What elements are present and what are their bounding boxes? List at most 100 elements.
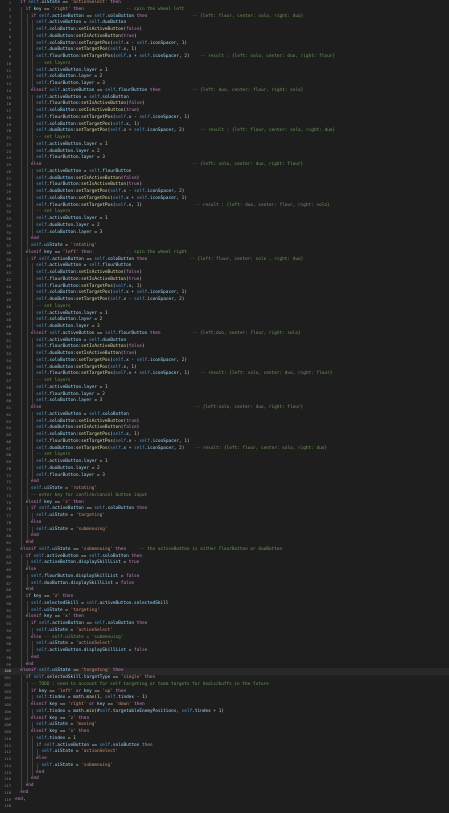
code-line[interactable]: 77 self.uiState = 'targeting' (0, 513, 449, 520)
code-text: end, (15, 796, 26, 802)
code-line[interactable]: 58 self.activeButton.layer = 1 (0, 384, 449, 392)
code-line[interactable]: 61 else -- {left:solo, center: duo, righ… (0, 405, 449, 412)
code-line[interactable]: 108 self.uiState = 'moving' (0, 722, 449, 729)
code-line[interactable]: 84 self.activeButton.displaySkillList = … (0, 560, 449, 567)
code-line[interactable]: 82 elseif self.uiState == 'submenuing' t… (0, 547, 449, 554)
code-line[interactable]: 110 self.tindex = 1 (0, 735, 449, 743)
code-line[interactable]: 1 if self.uiState == 'actionSelect' then (0, 0, 449, 7)
code-line[interactable]: 68 -- set layers (0, 452, 449, 459)
code-line[interactable]: 14 elseif self.activeButton == self.flou… (0, 87, 449, 95)
code-line[interactable]: 28 self.flourButton:setIsActiveButton(tr… (0, 182, 449, 189)
code-line[interactable]: 44 self.soloButton:setTargetPos(self.x +… (0, 290, 449, 297)
code-editor[interactable]: 1 if self.uiState == 'actionSelect' then… (0, 0, 449, 813)
code-line[interactable]: 13 self.flourButton.layer = 3 (0, 81, 449, 88)
code-line[interactable]: 6 self.duoButton:setIsActiveButton(true) (0, 33, 449, 41)
code-line[interactable]: 73 self.uiState = 'rotating' (0, 486, 449, 493)
code-line[interactable]: 85 else (0, 567, 449, 574)
code-line[interactable]: 46 -- set layers (0, 303, 449, 311)
code-line[interactable]: 53 self.duoButton:setIsActiveButton(true… (0, 351, 449, 358)
code-line[interactable]: 78 else (0, 519, 449, 527)
code-line[interactable]: 71 self.flourButton.layer = 3 (0, 472, 449, 480)
code-line[interactable]: 89 if key == 'z' then (0, 594, 449, 601)
code-line[interactable]: 29 self.duoButton:setTargetPos(self.x - … (0, 189, 449, 196)
code-line[interactable]: 64 self.duoButton:setIsActiveButton(fals… (0, 425, 449, 432)
code-line[interactable]: 41 self.soloButton:setIsActiveButton(fal… (0, 270, 449, 277)
code-line[interactable]: 57 -- set layers (0, 378, 449, 385)
code-line[interactable]: 5 self.soloButton:setIsActiveButton(fals… (0, 27, 449, 34)
code-line[interactable]: 92 elseif key == 'x' then (0, 614, 449, 621)
code-line[interactable]: 97 self.activeButton.displaySkillList = … (0, 648, 449, 655)
code-line[interactable]: 62 self.activeButton = self.soloButton (0, 411, 449, 419)
code-line[interactable]: 45 self.duoButton:setTargetPos(self.x - … (0, 297, 449, 304)
code-line[interactable]: 26 self.activeButton = self.flourButton (0, 168, 449, 176)
code-line[interactable]: 40 self.activeButton = self.flourButton (0, 263, 449, 270)
code-line[interactable]: 60 self.soloButton.layer = 3 (0, 398, 449, 405)
code-line[interactable]: 10 -- set layers (0, 60, 449, 68)
code-line[interactable]: 65 self.soloButton:setTargetPos(self.x, … (0, 432, 449, 439)
code-line[interactable]: 102 -- TODO : need to account for self t… (0, 681, 449, 689)
code-line[interactable]: 32 -- set layers (0, 209, 449, 216)
code-line[interactable]: 33 self.activeButton.layer = 1 (0, 216, 449, 223)
code-line[interactable]: 74 -- enter key for confirm/cancel butto… (0, 492, 449, 500)
code-line[interactable]: 87 self.duoButton.displaySkillList = fal… (0, 580, 449, 588)
code-line[interactable]: 100 elseif self.uiState == 'targeting' t… (0, 668, 449, 675)
code-line[interactable]: 36 end (0, 236, 449, 243)
code-line[interactable]: 90 self.selectedSkill = self.activeButto… (0, 600, 449, 608)
code-line[interactable]: 112 self.uiState = 'actionSelect' (0, 749, 449, 756)
code-line[interactable]: 96 self.uiState = 'actionSelect' (0, 641, 449, 648)
code-line[interactable]: 93 if self.activeButton == self.soloButt… (0, 621, 449, 628)
code-line[interactable]: 113 else (0, 756, 449, 763)
code-line[interactable]: 24 self.flourButton.layer = 3 (0, 155, 449, 162)
code-line[interactable]: 109 elseif key == 'x' then (0, 729, 449, 736)
code-line[interactable]: 38 elseif key == 'left' then -- spin the… (0, 249, 449, 257)
code-line[interactable]: 88 end (0, 587, 449, 594)
code-line[interactable]: 120 (0, 803, 449, 810)
code-line[interactable]: 117 end (0, 783, 449, 790)
code-line[interactable]: 22 self.activeButton.layer = 1 (0, 141, 449, 149)
code-line[interactable]: 48 self.soloButton.layer = 2 (0, 317, 449, 324)
code-line[interactable]: 86 self.flourButton.displaySkillList = f… (0, 573, 449, 581)
code-line[interactable]: 118 end (0, 790, 449, 797)
code-line[interactable]: 52 self.flourButton:setIsActiveButton(fa… (0, 344, 449, 351)
code-line[interactable]: 79 self.uiState = 'submenuing' (0, 526, 449, 534)
code-line[interactable]: 66 self.flourButton:setTargetPos(self.x … (0, 438, 449, 446)
code-line[interactable]: 115 end (0, 769, 449, 777)
code-line[interactable]: 106 self.tindex = math.min(#self.targeta… (0, 708, 449, 716)
code-line[interactable]: 94 self.uiState = 'actionSelect' (0, 627, 449, 635)
code-line[interactable]: 20 self.duoButton:setTargetPos(self.x + … (0, 128, 449, 135)
code-line[interactable]: 81 end (0, 540, 449, 547)
code-line[interactable]: 49 self.duoButton.layer = 3 (0, 324, 449, 331)
code-line[interactable]: 56 self.flourButton:setTargetPos(self.x … (0, 371, 449, 378)
code-line[interactable]: 34 self.duoButton.layer = 2 (0, 222, 449, 230)
code-line[interactable]: 80 end (0, 533, 449, 540)
code-line[interactable]: 16 self.flourButton:setIsActiveButton(fa… (0, 101, 449, 108)
code-line[interactable]: 98 end (0, 654, 449, 662)
code-line[interactable]: 21 -- set layers (0, 135, 449, 142)
code-line[interactable]: 101 if self.selectedSkill.targetType == … (0, 675, 449, 682)
code-line[interactable]: 42 self.flourButton:setIsActiveButton(tr… (0, 276, 449, 284)
code-line[interactable]: 35 self.soloButton.layer = 3 (0, 229, 449, 237)
code-line[interactable]: 114 self.uiState = 'submenuing' (0, 762, 449, 770)
code-line[interactable]: 17 self.soloButton:setIsActiveButton(tru… (0, 108, 449, 115)
code-line[interactable]: 9 self.flourButton:setTargetPos(self.x +… (0, 54, 449, 61)
code-line[interactable]: 18 self.flourButton:setTargetPos(self.x … (0, 114, 449, 122)
code-line[interactable]: 70 self.duoButton.layer = 2 (0, 465, 449, 473)
code-line[interactable]: 50 elseif self.activeButton == self.flou… (0, 330, 449, 338)
code-line[interactable]: 104 self.tindex = math.max(1, self.tinde… (0, 695, 449, 702)
code-line[interactable]: 54 self.soloButton:setTargetPos(self.x -… (0, 357, 449, 365)
code-line[interactable]: 37 self.uiState = 'rotating' (0, 243, 449, 250)
code-line[interactable]: 119 end, (0, 797, 449, 804)
code-line[interactable]: 4 self.activeButton = self.duoButton (0, 20, 449, 27)
code-line[interactable]: 12 self.soloButton.layer = 2 (0, 74, 449, 81)
code-text: else -- {left:solo, center: duo, right: … (30, 405, 304, 410)
code-line[interactable]: 76 if self.activeButton == self.soloButt… (0, 506, 449, 513)
code-line[interactable]: 69 self.activeButton.layer = 1 (0, 459, 449, 466)
code-line[interactable]: 8 self.duoButton:setTargetPos(self.x, 1) (0, 47, 449, 54)
code-line[interactable]: 105 elseif key == 'right' or key == 'dow… (0, 702, 449, 709)
code-line[interactable]: 2 if key == 'right' then -- spin the whe… (0, 6, 449, 14)
code-text: if self.activeButton == self.soloButton … (30, 506, 148, 512)
code-line[interactable]: 72 end (0, 479, 449, 486)
code-line[interactable]: 116 end (0, 776, 449, 783)
code-line[interactable]: 30 self.soloButton:setTargetPos(self.x +… (0, 195, 449, 203)
code-line[interactable]: 25 else -- {left: solo, center: duo, rig… (0, 162, 449, 169)
